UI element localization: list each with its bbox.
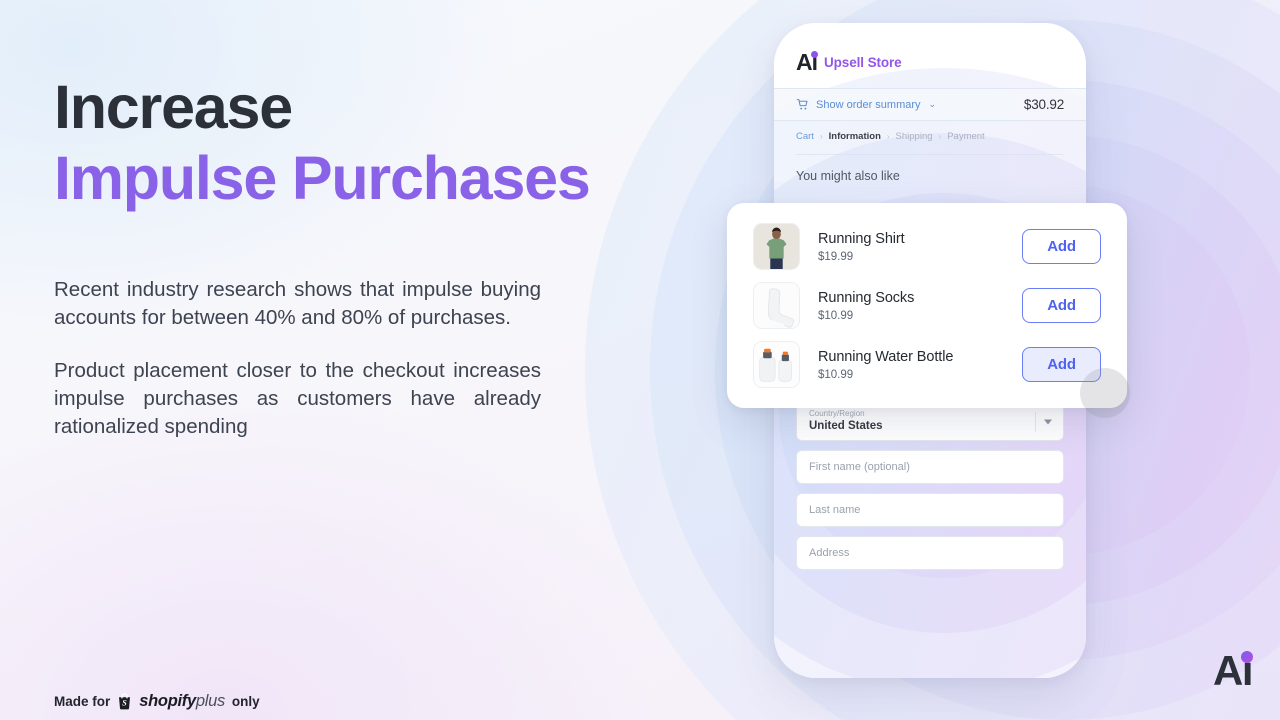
breadcrumb-separator-icon: › bbox=[819, 132, 823, 141]
breadcrumb-separator-icon: › bbox=[938, 132, 942, 141]
add-to-cart-button-running-shirt[interactable]: Add bbox=[1022, 229, 1101, 264]
page-title-line-1: Increase bbox=[54, 73, 293, 141]
svg-text:S: S bbox=[123, 699, 128, 708]
store-name: Upsell Store bbox=[824, 55, 902, 70]
upsell-recommendations-card: Running Shirt $19.99 Add Running Socks $… bbox=[727, 203, 1127, 408]
breadcrumb-item-shipping[interactable]: Shipping bbox=[896, 131, 933, 142]
last-name-field[interactable]: Last name bbox=[796, 493, 1064, 527]
chevron-down-icon: ⌄ bbox=[928, 99, 937, 109]
body-paragraph-2: Product placement closer to the checkout… bbox=[54, 358, 541, 438]
list-item[interactable]: Running Shirt $19.99 Add bbox=[727, 217, 1127, 276]
country-region-value: United States bbox=[809, 420, 883, 433]
ai-brand-logo: Ai bbox=[1213, 650, 1254, 692]
body-paragraph-1: Recent industry research shows that impu… bbox=[54, 277, 541, 329]
address-field[interactable]: Address bbox=[796, 536, 1064, 570]
add-to-cart-button-running-socks[interactable]: Add bbox=[1022, 288, 1101, 323]
show-order-summary-toggle[interactable]: Show order summary ⌄ bbox=[796, 98, 936, 111]
product-thumbnail-running-socks bbox=[753, 282, 800, 329]
order-total-amount: $30.92 bbox=[1023, 97, 1064, 112]
product-title: Running Shirt bbox=[818, 231, 905, 248]
store-header: Ai Upsell Store bbox=[774, 23, 1086, 88]
product-info: Running Water Bottle $10.99 bbox=[818, 348, 1022, 380]
breadcrumb-item-payment[interactable]: Payment bbox=[947, 131, 985, 142]
product-thumbnail-running-water-bottle bbox=[753, 341, 800, 388]
first-name-field[interactable]: First name (optional) bbox=[796, 450, 1064, 484]
ai-logo-gradient-dot bbox=[1241, 651, 1253, 663]
product-title: Running Socks bbox=[818, 290, 915, 307]
product-price: $19.99 bbox=[818, 250, 854, 263]
only-label: only bbox=[231, 694, 260, 709]
checkout-breadcrumb: Cart › Information › Shipping › Payment bbox=[774, 121, 1086, 154]
made-for-label: Made for bbox=[54, 694, 111, 709]
hero-body-copy: Recent industry research shows that impu… bbox=[54, 276, 541, 441]
store-ai-logo: Ai bbox=[796, 51, 818, 74]
product-price: $10.99 bbox=[818, 309, 854, 322]
page-title-line-2: Impulse Purchases bbox=[54, 143, 591, 212]
product-thumbnail-running-shirt bbox=[753, 223, 800, 270]
upsell-section-heading: You might also like bbox=[796, 169, 900, 183]
list-item[interactable]: Running Socks $10.99 Add bbox=[727, 276, 1127, 335]
country-region-select[interactable]: Country/Region United States bbox=[796, 403, 1064, 441]
order-summary-bar[interactable]: Show order summary ⌄ $30.92 bbox=[774, 88, 1086, 121]
country-region-label: Country/Region bbox=[809, 409, 865, 419]
chevron-down-icon bbox=[1044, 419, 1052, 425]
cart-icon bbox=[796, 98, 809, 111]
product-info: Running Shirt $19.99 bbox=[818, 230, 1022, 262]
hero-copy-column: Increase Impulse Purchases Recent indust… bbox=[54, 72, 614, 441]
product-price: $10.99 bbox=[818, 368, 854, 381]
touch-cursor-indicator bbox=[1080, 368, 1130, 418]
breadcrumb-item-cart[interactable]: Cart bbox=[796, 131, 814, 142]
list-item[interactable]: Running Water Bottle $10.99 Add bbox=[727, 335, 1127, 394]
made-for-shopify-plus-badge: Made for S shopify plus only bbox=[54, 692, 260, 711]
store-logo-gradient-dot bbox=[811, 51, 818, 58]
select-divider bbox=[1035, 412, 1036, 432]
breadcrumb-separator-icon: › bbox=[886, 132, 890, 141]
shopify-plus-wordmark: shopify plus bbox=[139, 692, 225, 710]
breadcrumb-item-information[interactable]: Information bbox=[829, 131, 881, 142]
show-order-summary-label: Show order summary bbox=[816, 98, 921, 111]
shopify-bag-icon: S bbox=[117, 693, 132, 710]
product-info: Running Socks $10.99 bbox=[818, 289, 1022, 321]
product-title: Running Water Bottle bbox=[818, 349, 954, 366]
